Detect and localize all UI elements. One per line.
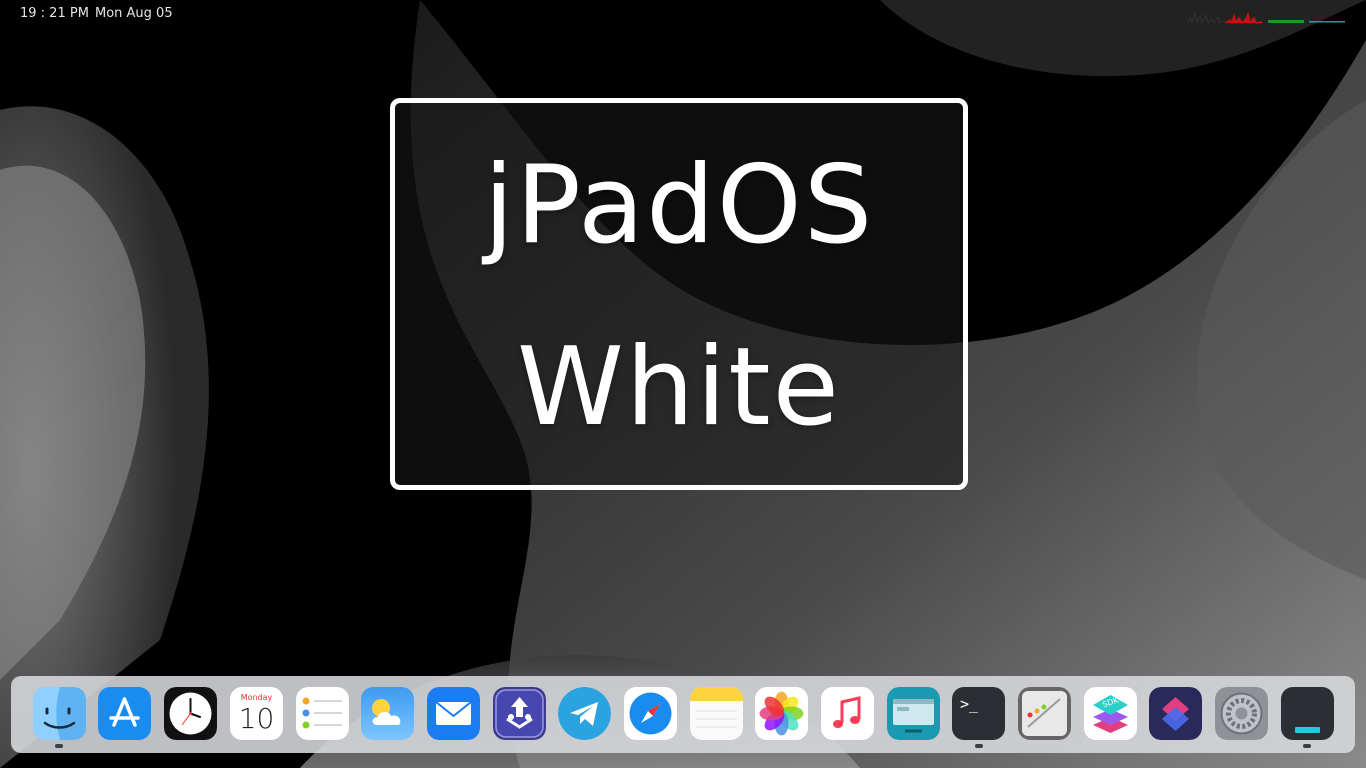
terminal-running-indicator — [975, 744, 983, 748]
memory-graph — [1268, 20, 1304, 23]
calendar-icon[interactable]: Monday 10 — [230, 687, 283, 740]
weather-icon[interactable] — [361, 687, 414, 740]
title-line-1: jPadOS — [483, 143, 875, 268]
dock: Monday 10 >_ SDK — [11, 676, 1355, 753]
system-preferences-icon[interactable] — [1215, 687, 1268, 740]
clock-text[interactable]: 19 : 21 PM — [20, 6, 89, 21]
reminders-icon[interactable] — [296, 687, 349, 740]
calendar-day-number: 10 — [238, 702, 275, 735]
mail-icon[interactable] — [427, 687, 480, 740]
system-monitor-graphs[interactable] — [1186, 6, 1346, 24]
notes-icon[interactable] — [690, 687, 743, 740]
cpu-graph-dark — [1187, 11, 1227, 24]
safari-icon[interactable] — [624, 687, 677, 740]
shortcuts-icon[interactable] — [1149, 687, 1202, 740]
transmission-icon[interactable] — [493, 687, 546, 740]
clock-icon[interactable] — [164, 687, 217, 740]
telegram-icon[interactable] — [558, 687, 611, 740]
sdk-icon[interactable]: SDK — [1084, 687, 1137, 740]
date-text[interactable]: Mon Aug 05 — [95, 6, 173, 21]
title-line-2: White — [516, 325, 842, 450]
show-desktop-running-indicator — [1303, 744, 1311, 748]
terminal-prompt: >_ — [960, 695, 979, 713]
music-icon[interactable] — [821, 687, 874, 740]
photos-icon[interactable] — [755, 687, 808, 740]
title-card: jPadOS White — [390, 98, 968, 490]
terminal-icon[interactable]: >_ — [952, 687, 1005, 740]
screen-sharing-icon[interactable] — [887, 687, 940, 740]
cpu-graph — [1225, 11, 1263, 24]
window-manager-icon[interactable] — [1018, 687, 1071, 740]
finder-icon[interactable] — [33, 687, 86, 740]
app-store-icon[interactable] — [98, 687, 151, 740]
show-desktop-icon[interactable] — [1281, 687, 1334, 740]
network-graph — [1309, 21, 1345, 23]
top-panel: 19 : 21 PM Mon Aug 05 — [0, 0, 1366, 26]
calendar-month-label: Monday — [240, 693, 273, 702]
finder-running-indicator — [55, 744, 63, 748]
